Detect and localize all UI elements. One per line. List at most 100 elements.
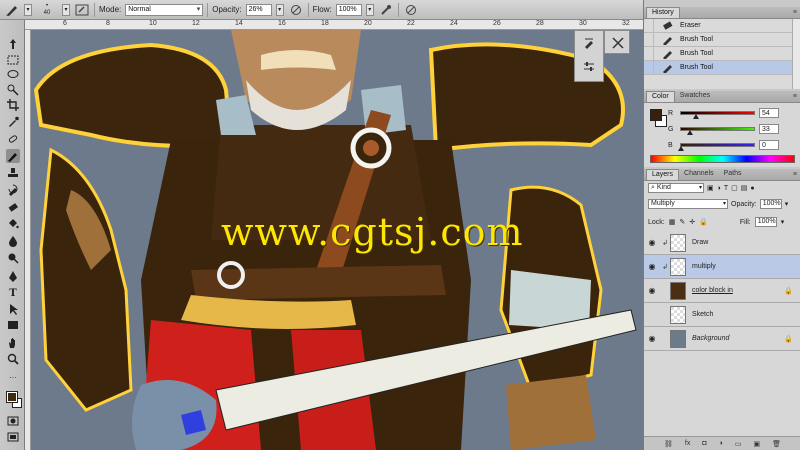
color-fg-swatch[interactable] [650, 109, 662, 121]
layer-name[interactable]: Draw [692, 239, 800, 246]
path-selection-tool-icon[interactable] [6, 302, 20, 316]
rectangle-tool-icon[interactable] [6, 318, 20, 332]
history-item[interactable]: Eraser [644, 18, 800, 33]
layer-row[interactable]: ◉ color block in 🔒 [644, 279, 800, 303]
panel-menu-icon[interactable]: ≡ [793, 9, 797, 16]
adjustment-icon[interactable]: ◑ [719, 440, 723, 447]
history-snapshot-checkbox[interactable] [644, 18, 654, 33]
opacity-dropdown-icon[interactable]: ▾ [785, 200, 789, 208]
green-value-input[interactable]: 33 [759, 124, 779, 134]
filter-pixel-icon[interactable]: ▣ [707, 184, 714, 192]
lock-all-icon[interactable]: 🔒 [699, 218, 708, 226]
tab-history[interactable]: History [646, 7, 680, 18]
trash-icon[interactable]: 🗑 [772, 440, 781, 448]
clone-stamp-tool-icon[interactable] [6, 166, 20, 180]
mask-icon[interactable]: ◘ [702, 440, 706, 447]
more-tools-icon[interactable]: ··· [6, 370, 20, 384]
paint-bucket-tool-icon[interactable] [6, 217, 20, 231]
blue-slider[interactable] [678, 143, 755, 151]
fill-input[interactable]: 100% [754, 217, 777, 227]
tab-color[interactable]: Color [646, 91, 675, 102]
new-layer-icon[interactable]: ▣ [753, 440, 760, 448]
layer-row[interactable]: ◉ ↲ Draw [644, 231, 800, 255]
layer-name[interactable]: color block in [692, 287, 784, 294]
brush-tool-icon[interactable] [4, 2, 20, 18]
filter-type-icon[interactable]: T [724, 185, 728, 192]
healing-brush-tool-icon[interactable] [6, 132, 20, 146]
history-item[interactable]: Brush Tool [644, 46, 800, 61]
sliders-icon[interactable] [583, 61, 595, 75]
blur-tool-icon[interactable] [6, 234, 20, 248]
kind-filter-select[interactable]: ⌕ Kind [648, 183, 704, 193]
layer-opacity-input[interactable]: 100% [759, 199, 782, 209]
tool-preset-dropdown[interactable]: ▾ [24, 3, 32, 16]
layer-row[interactable]: ◉ Background 🔒 [644, 327, 800, 351]
panel-menu-icon[interactable]: ≡ [793, 93, 797, 100]
brush-preset-picker[interactable]: • 40 [36, 2, 58, 18]
layer-thumbnail[interactable] [670, 257, 686, 276]
layer-row[interactable]: Sketch [644, 303, 800, 327]
flow-slider-toggle[interactable]: ▾ [365, 3, 374, 16]
layer-thumbnail[interactable] [670, 281, 686, 300]
quick-mask-icon[interactable] [6, 414, 20, 428]
history-snapshot-checkbox[interactable] [644, 60, 654, 75]
lock-position-icon[interactable]: ✛ [689, 218, 695, 226]
lock-transparency-icon[interactable]: ▦ [669, 218, 676, 226]
pressure-opacity-icon[interactable] [288, 2, 304, 18]
red-slider-thumb[interactable] [693, 114, 700, 119]
flow-input[interactable]: 100% [335, 3, 362, 16]
eye-icon[interactable]: ◉ [644, 262, 660, 271]
filter-shape-icon[interactable]: ▢ [731, 184, 738, 192]
filter-adjust-icon[interactable]: ◑ [717, 185, 721, 192]
pressure-size-icon[interactable] [403, 2, 419, 18]
panel-menu-icon[interactable]: ≡ [793, 171, 797, 178]
eye-icon[interactable]: ◉ [644, 286, 660, 295]
mode-select[interactable]: Normal [125, 3, 204, 16]
layer-thumbnail[interactable] [670, 329, 686, 348]
history-item[interactable]: Brush Tool [644, 32, 800, 47]
red-slider[interactable] [680, 111, 755, 119]
marquee-tool-icon[interactable] [6, 53, 20, 67]
layer-row[interactable]: ◉ ↲ multiply [644, 255, 800, 279]
blend-mode-select[interactable]: Multiply [648, 199, 728, 209]
layer-name[interactable]: Sketch [692, 311, 800, 318]
tab-paths[interactable]: Paths [719, 169, 747, 180]
history-snapshot-checkbox[interactable] [644, 46, 654, 61]
blue-slider-thumb[interactable] [678, 146, 684, 151]
eye-icon[interactable]: ◉ [644, 238, 660, 247]
folder-icon[interactable]: ▭ [735, 440, 742, 448]
brush-panel-icon[interactable] [583, 37, 595, 51]
zoom-tool-icon[interactable] [6, 352, 20, 366]
eyedropper-tool-icon[interactable] [6, 115, 20, 129]
layer-name[interactable]: Background [692, 335, 784, 342]
move-tool-icon[interactable] [6, 38, 20, 52]
opacity-input[interactable]: 26% [245, 3, 272, 16]
filter-toggle-icon[interactable]: ● [750, 185, 754, 192]
green-slider-thumb[interactable] [687, 130, 694, 135]
eye-icon[interactable]: ◉ [644, 334, 660, 343]
layer-name[interactable]: multiply [692, 263, 800, 270]
red-value-input[interactable]: 54 [759, 108, 779, 118]
dodge-tool-icon[interactable] [6, 251, 20, 265]
fill-dropdown-icon[interactable]: ▾ [781, 218, 785, 226]
layer-thumbnail[interactable] [670, 305, 686, 324]
screen-mode-icon[interactable] [6, 430, 20, 444]
quick-select-tool-icon[interactable] [6, 83, 20, 97]
color-spectrum-bar[interactable] [650, 155, 795, 163]
airbrush-icon[interactable] [378, 2, 394, 18]
history-snapshot-checkbox[interactable] [644, 32, 654, 47]
document-canvas[interactable]: www.cgtsj.com [31, 30, 643, 450]
history-brush-tool-icon[interactable] [6, 183, 20, 197]
type-tool-icon[interactable]: T [6, 286, 20, 300]
brush-tool-icon[interactable] [6, 149, 20, 163]
green-slider[interactable] [680, 127, 755, 135]
tab-swatches[interactable]: Swatches [675, 91, 715, 102]
lasso-tool-icon[interactable] [6, 68, 20, 82]
opacity-slider-toggle[interactable]: ▾ [275, 3, 284, 16]
foreground-color-swatch[interactable] [6, 391, 18, 403]
brush-preset-dropdown[interactable]: ▾ [62, 3, 70, 16]
blue-value-input[interactable]: 0 [759, 140, 779, 150]
pen-tool-icon[interactable] [6, 270, 20, 284]
tab-layers[interactable]: Layers [646, 169, 680, 180]
brush-panel-toggle-icon[interactable] [74, 2, 90, 18]
